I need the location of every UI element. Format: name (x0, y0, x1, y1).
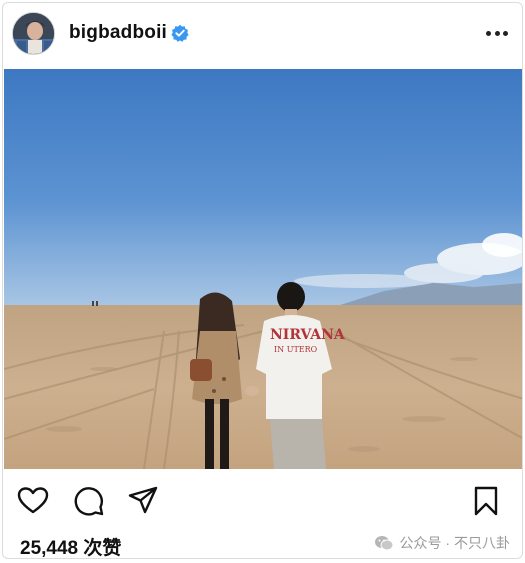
beach-photo: NIRVANA IN UTERO (4, 69, 522, 469)
post-actions (3, 479, 522, 525)
username[interactable]: bigbadboii (69, 22, 167, 44)
send-icon[interactable] (127, 485, 159, 517)
instagram-post-card: bigbadboii NIRVANA IN UTERO 25,448 次赞 公众… (2, 2, 523, 559)
post-header: bigbadboii (3, 3, 522, 67)
verified-badge-icon (171, 24, 189, 42)
comment-icon[interactable] (73, 485, 105, 517)
bookmark-icon[interactable] (470, 485, 502, 517)
watermark-text: 公众号 · 不只八卦 (399, 535, 510, 551)
likes-count[interactable]: 25,448 次赞 (20, 533, 121, 558)
heart-icon[interactable] (17, 485, 49, 517)
watermark: 公众号 · 不只八卦 (374, 533, 510, 553)
shirt-subtext: IN UTERO (274, 345, 318, 354)
avatar[interactable] (12, 12, 55, 55)
shirt-text: NIRVANA (270, 327, 346, 343)
post-photo[interactable]: NIRVANA IN UTERO (4, 69, 522, 469)
wechat-icon (374, 536, 394, 551)
more-options-icon[interactable] (484, 21, 510, 45)
